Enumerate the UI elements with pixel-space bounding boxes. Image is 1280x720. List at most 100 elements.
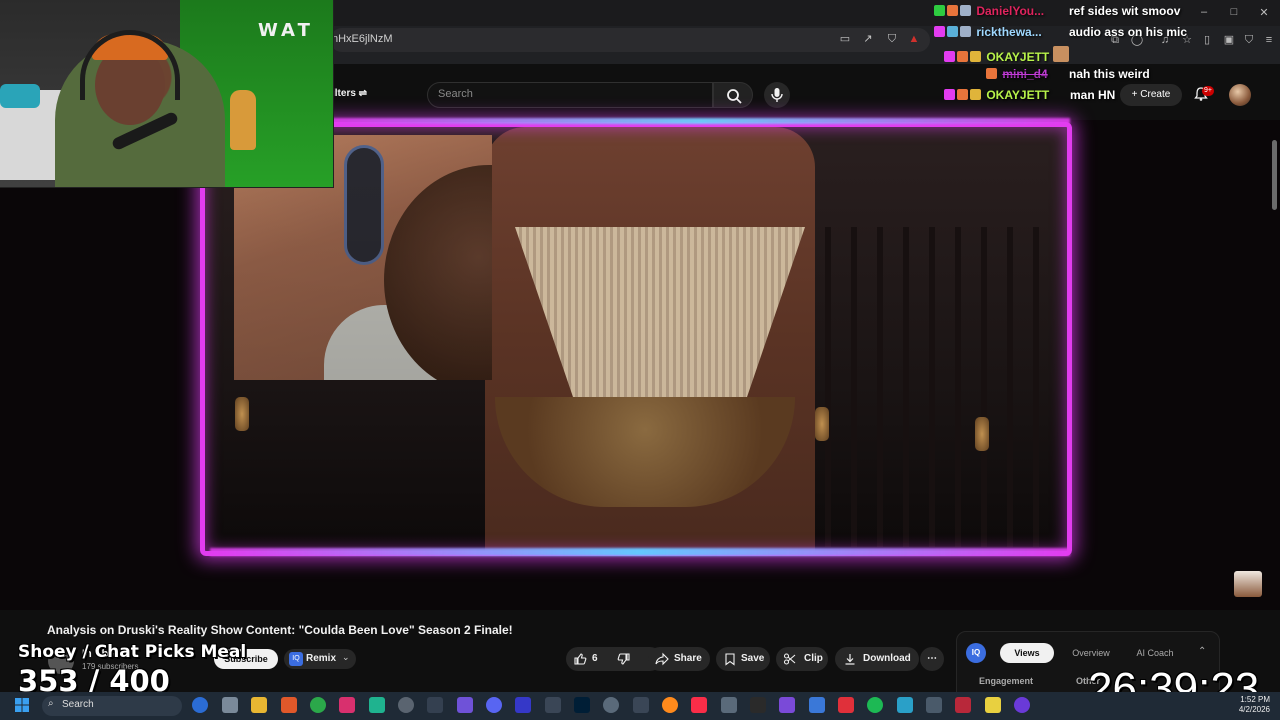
badge-icon: [960, 26, 971, 37]
mini-thumbnail[interactable]: [1234, 571, 1262, 597]
chat-username[interactable]: rickthewa...: [976, 25, 1041, 39]
brave-rewards-icon[interactable]: ▲: [907, 32, 921, 46]
app-icon[interactable]: [897, 697, 913, 713]
thumbs-up-icon[interactable]: [573, 652, 587, 666]
clip-button[interactable]: Clip: [776, 647, 828, 671]
search-button[interactable]: [713, 82, 753, 108]
remix-icon: IQ: [289, 652, 303, 666]
brave-shield-icon[interactable]: ⛉: [885, 32, 899, 46]
app-icon[interactable]: [838, 697, 854, 713]
app-icon[interactable]: [750, 697, 766, 713]
chat-username[interactable]: OKAYJETT: [986, 50, 1049, 64]
account-avatar[interactable]: [1229, 84, 1251, 106]
tab-overview[interactable]: Overview: [1064, 643, 1118, 663]
thumbs-down-icon[interactable]: [617, 652, 631, 666]
share-button[interactable]: Share: [648, 647, 710, 671]
app-icon[interactable]: [809, 697, 825, 713]
app-icon[interactable]: [603, 697, 619, 713]
clock-date: 4/2/2026: [1238, 705, 1270, 714]
filters-button[interactable]: ilters ⇌: [332, 88, 367, 99]
neon-frame-top-glow: [330, 118, 1070, 124]
search-icon: [727, 89, 742, 104]
save-button[interactable]: Save: [716, 647, 770, 671]
app-icon[interactable]: [398, 697, 414, 713]
app-icon[interactable]: [545, 697, 561, 713]
share-icon[interactable]: ↗: [861, 32, 875, 46]
chat-text: nah this weird: [1069, 67, 1150, 81]
chat-username[interactable]: OKAYJETT: [986, 88, 1049, 102]
cast-icon[interactable]: ▭: [838, 32, 852, 46]
url-text[interactable]: nHxE6jlNzM: [332, 33, 393, 45]
chat-message: mini_d4: [986, 67, 1048, 81]
engagement-label: Engagement: [979, 676, 1034, 686]
wallet-icon[interactable]: ▣: [1222, 33, 1236, 47]
tab-ai-coach[interactable]: AI Coach: [1128, 643, 1182, 663]
chat-message: DanielYou...: [934, 4, 1044, 18]
app-icon[interactable]: [1014, 697, 1030, 713]
chevron-down-icon[interactable]: ⌄: [342, 652, 350, 663]
emote-icon: [1052, 46, 1069, 62]
download-label: Download: [863, 653, 911, 664]
bookmark-save-icon: [725, 653, 735, 666]
app-icon[interactable]: [633, 697, 649, 713]
app-icon[interactable]: [339, 697, 355, 713]
search-placeholder: Search: [438, 88, 473, 100]
app-icon[interactable]: [721, 697, 737, 713]
collapse-icon[interactable]: ⌃: [1198, 646, 1206, 657]
like-count: 6: [592, 653, 598, 664]
chat-username[interactable]: DanielYou...: [976, 4, 1044, 18]
app-icon[interactable]: [985, 697, 1001, 713]
share-label: Share: [674, 653, 702, 664]
chat-message: OKAYJETT: [944, 88, 1049, 102]
more-actions-button[interactable]: ⋯: [920, 647, 944, 671]
badge-icon: [944, 89, 955, 100]
brave-icon[interactable]: [281, 697, 297, 713]
edge-icon[interactable]: [192, 697, 208, 713]
discord-icon[interactable]: [486, 697, 502, 713]
voice-search-button[interactable]: [764, 82, 790, 108]
taskbar-clock[interactable]: 1:52 PM 4/2/2026: [1218, 695, 1270, 715]
close-icon[interactable]: ✕: [1256, 6, 1272, 19]
notification-badge: 9+: [1202, 86, 1214, 96]
maximize-icon[interactable]: □: [1226, 6, 1242, 18]
tab-views[interactable]: Views: [1000, 643, 1054, 663]
vpn-icon[interactable]: ⛉: [1242, 33, 1256, 47]
app-icon[interactable]: [369, 697, 385, 713]
chat-username[interactable]: mini_d4: [1002, 67, 1047, 81]
chat-message: OKAYJETT: [944, 46, 1071, 64]
settings-icon[interactable]: [222, 697, 238, 713]
badge-icon: [934, 26, 945, 37]
video-title: Analysis on Druski's Reality Show Conten…: [47, 623, 513, 637]
badge-icon: [986, 68, 997, 79]
sidebar-icon[interactable]: ▯: [1200, 33, 1214, 47]
minimize-icon[interactable]: –: [1196, 6, 1212, 18]
music-icon[interactable]: [691, 697, 707, 713]
webcam-sign: WAT: [258, 20, 314, 41]
spotify-icon[interactable]: [867, 697, 883, 713]
scissors-icon: [783, 653, 796, 665]
app-icon[interactable]: [779, 697, 795, 713]
badge-icon: [947, 26, 958, 37]
chat-text: ref sides wit smoov: [1069, 4, 1181, 18]
streamer-webcam: WAT: [0, 0, 334, 188]
badge-icon: [934, 5, 945, 16]
download-button[interactable]: Download: [835, 647, 919, 671]
menu-icon[interactable]: ≡: [1262, 33, 1276, 47]
chat-text: man HN: [1070, 88, 1116, 102]
firefox-icon[interactable]: [662, 697, 678, 713]
clock-time: 1:52 PM: [1240, 695, 1270, 704]
scrollbar-thumb[interactable]: [1272, 140, 1277, 210]
app-icon[interactable]: [926, 697, 942, 713]
app-icon[interactable]: [955, 697, 971, 713]
app-icon[interactable]: [427, 697, 443, 713]
chrome-icon[interactable]: [310, 697, 326, 713]
photoshop-icon[interactable]: [574, 697, 590, 713]
ellipsis-icon: ⋯: [927, 653, 937, 664]
webcam-pillow: [0, 84, 40, 108]
file-explorer-icon[interactable]: [251, 697, 267, 713]
create-button[interactable]: + Create: [1120, 84, 1182, 106]
windows-start-icon[interactable]: [14, 697, 30, 713]
app-icon[interactable]: [515, 697, 531, 713]
game-controller-icon[interactable]: [457, 697, 473, 713]
badge-icon: [947, 5, 958, 16]
